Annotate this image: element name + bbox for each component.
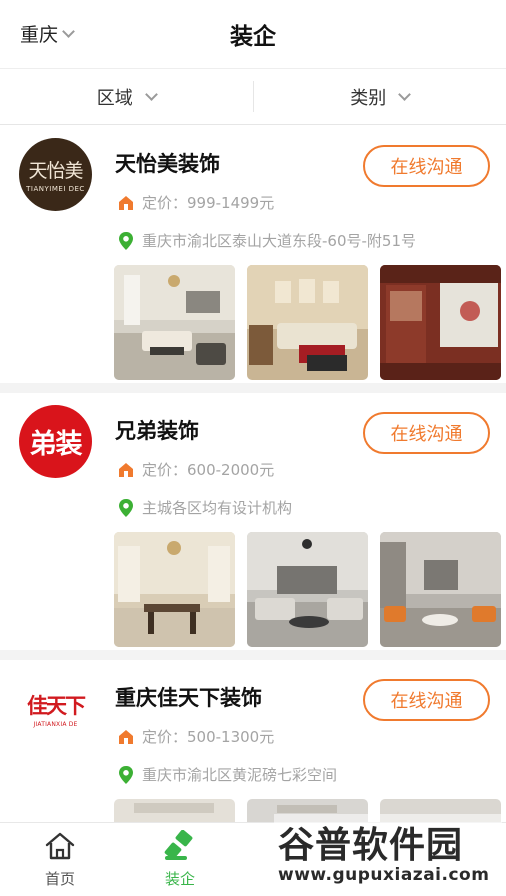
case-photo[interactable] — [380, 532, 501, 647]
online-chat-button[interactable]: 在线沟通 — [363, 679, 490, 721]
price-text: 定价：600-2000元 — [142, 461, 275, 479]
tab-home[interactable]: 首页 — [0, 823, 120, 896]
price-row: 定价：600-2000元 — [118, 459, 274, 480]
chevron-down-icon — [144, 87, 158, 101]
address-text: 重庆市渝北区泰山大道东段-60号-附51号 — [142, 232, 417, 250]
tab-companies-label: 装企 — [164, 870, 195, 888]
case-photo[interactable] — [247, 265, 368, 380]
filter-region[interactable]: 区域 — [0, 69, 253, 124]
case-photo[interactable] — [247, 532, 368, 647]
address-text: 重庆市渝北区黄泥磅七彩空间 — [142, 766, 338, 784]
chevron-down-icon — [398, 87, 412, 101]
tab-companies[interactable]: 装企 — [120, 823, 240, 896]
paint-roller-icon — [164, 830, 193, 860]
house-price-icon — [119, 462, 133, 477]
app-screen: 重庆 装企 区域 类别 天怡美 TIANYIMEI DEC 天怡美装饰 在线沟通 — [0, 0, 506, 896]
house-price-icon — [119, 729, 133, 744]
online-chat-button[interactable]: 在线沟通 — [363, 145, 490, 187]
watermark-url: www.gupuxiazai.com — [278, 865, 490, 885]
price-row: 定价：999-1499元 — [118, 192, 274, 213]
price-text: 定价：999-1499元 — [142, 194, 275, 212]
price-row: 定价：500-1300元 — [118, 726, 274, 747]
case-photo[interactable] — [114, 532, 235, 647]
company-logo: 天怡美 TIANYIMEI DEC — [19, 138, 92, 211]
home-icon — [45, 832, 75, 860]
filter-category[interactable]: 类别 — [254, 69, 506, 124]
online-chat-button[interactable]: 在线沟通 — [363, 412, 490, 454]
company-name: 兄弟装饰 — [115, 419, 199, 443]
filter-bar: 区域 类别 — [0, 68, 506, 125]
address-row: 重庆市渝北区泰山大道东段-60号-附51号 — [118, 230, 416, 251]
watermark-title: 谷普软件园 — [278, 824, 464, 866]
price-text: 定价：500-1300元 — [142, 728, 275, 746]
watermark-logo: 谷普软件园 www.gupuxiazai.com — [274, 814, 502, 892]
case-photos — [114, 532, 501, 647]
page-title: 装企 — [230, 24, 276, 50]
filter-region-label: 区域 — [96, 87, 133, 109]
address-row: 重庆市渝北区黄泥磅七彩空间 — [118, 764, 337, 785]
location-pin-icon — [119, 231, 133, 250]
company-logo: 弟装 — [19, 405, 92, 478]
address-text: 主城各区均有设计机构 — [142, 499, 293, 517]
address-row: 主城各区均有设计机构 — [118, 497, 292, 518]
company-name: 重庆佳天下装饰 — [115, 686, 262, 710]
company-card[interactable]: 弟装 兄弟装饰 在线沟通 定价：600-2000元 主城各区均有设计机构 — [0, 393, 506, 660]
location-pin-icon — [119, 765, 133, 784]
filter-category-label: 类别 — [350, 87, 387, 109]
tab-home-label: 首页 — [44, 870, 75, 888]
company-card[interactable]: 天怡美 TIANYIMEI DEC 天怡美装饰 在线沟通 定价：999-1499… — [0, 126, 506, 393]
location-pin-icon — [119, 498, 133, 517]
company-name: 天怡美装饰 — [115, 152, 220, 176]
case-photos — [114, 265, 501, 380]
house-price-icon — [119, 195, 133, 210]
company-logo: 佳天下 JIATIANXIA DE — [19, 672, 92, 745]
case-photo[interactable] — [380, 265, 501, 380]
company-list: 天怡美 TIANYIMEI DEC 天怡美装饰 在线沟通 定价：999-1499… — [0, 126, 506, 896]
case-photo[interactable] — [114, 265, 235, 380]
top-header: 重庆 装企 — [0, 0, 506, 68]
